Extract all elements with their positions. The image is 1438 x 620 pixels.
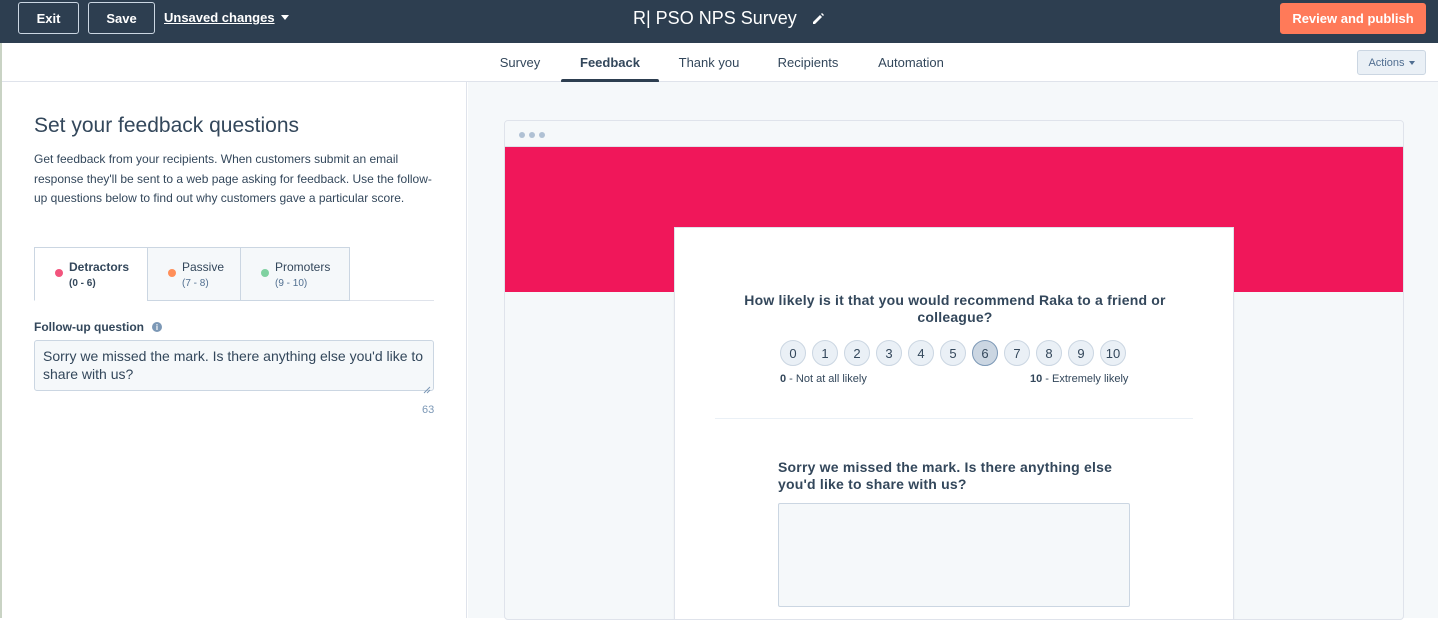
feedback-answer-textarea[interactable]: [778, 503, 1130, 607]
segment-range: (0 - 6): [69, 278, 96, 289]
score-button-5[interactable]: 5: [940, 340, 966, 366]
followup-label-text: Follow-up question: [34, 320, 144, 334]
score-button-0[interactable]: 0: [780, 340, 806, 366]
followup-question-preview: Sorry we missed the mark. Is there anyth…: [778, 459, 1113, 492]
survey-card: How likely is it that you would recommen…: [674, 227, 1234, 619]
panel-description: Get feedback from your recipients. When …: [34, 152, 432, 205]
followup-question-label: Follow-up question i: [34, 320, 162, 334]
review-and-publish-button[interactable]: Review and publish: [1280, 3, 1426, 34]
actions-label: Actions: [1368, 56, 1405, 69]
scale-high-number: 10: [1030, 373, 1043, 385]
survey-title: R| PSO NPS Survey: [633, 8, 797, 28]
tab-feedback[interactable]: Feedback: [561, 43, 659, 82]
pencil-icon[interactable]: [811, 12, 825, 26]
caret-down-icon: [1408, 60, 1415, 65]
segment-tab-promoters[interactable]: Promoters (9 - 10): [240, 247, 350, 301]
nps-question: How likely is it that you would recommen…: [744, 292, 1166, 325]
followup-question-value: Sorry we missed the mark. Is there anyth…: [43, 348, 424, 382]
browser-preview-frame: How likely is it that you would recommen…: [504, 120, 1404, 620]
score-button-9[interactable]: 9: [1068, 340, 1094, 366]
segment-tab-passive[interactable]: Passive (7 - 8): [147, 247, 241, 301]
segment-range: (9 - 10): [275, 278, 308, 289]
segment-tab-detractors[interactable]: Detractors (0 - 6): [34, 247, 148, 301]
nps-scale: 0 1 2 3 4 5 6 7 8 9 10: [780, 340, 1126, 366]
tab-survey[interactable]: Survey: [485, 43, 555, 82]
segment-name: Promoters: [275, 260, 331, 274]
score-button-6[interactable]: 6: [972, 340, 998, 366]
actions-dropdown-button[interactable]: Actions: [1357, 50, 1426, 75]
exit-button[interactable]: Exit: [18, 2, 79, 34]
segment-range: (7 - 8): [182, 278, 209, 289]
unsaved-changes-dropdown[interactable]: Unsaved changes: [164, 10, 289, 25]
feedback-settings-panel: Set your feedback questions Get feedback…: [2, 82, 467, 618]
scale-low-text: - Not at all likely: [786, 373, 867, 385]
score-button-2[interactable]: 2: [844, 340, 870, 366]
window-dot-icon: [519, 132, 525, 138]
resize-handle-icon[interactable]: [423, 380, 431, 394]
page-title: Set your feedback questions: [34, 114, 300, 137]
segment-tabs: Detractors (0 - 6) Passive (7 - 8) Promo…: [34, 247, 434, 301]
score-button-1[interactable]: 1: [812, 340, 838, 366]
score-button-4[interactable]: 4: [908, 340, 934, 366]
score-button-7[interactable]: 7: [1004, 340, 1030, 366]
window-dot-icon: [529, 132, 535, 138]
score-button-3[interactable]: 3: [876, 340, 902, 366]
tab-automation[interactable]: Automation: [866, 43, 956, 82]
top-bar: Exit Save Unsaved changes R| PSO NPS Sur…: [0, 0, 1438, 43]
character-count: 63: [422, 404, 435, 416]
followup-question-input[interactable]: Sorry we missed the mark. Is there anyth…: [34, 340, 434, 394]
tab-recipients[interactable]: Recipients: [767, 43, 849, 82]
score-button-8[interactable]: 8: [1036, 340, 1062, 366]
detractors-dot-icon: [55, 269, 63, 277]
caret-down-icon: [280, 15, 289, 20]
survey-title-area: R| PSO NPS Survey: [633, 8, 825, 29]
editor-tabs: Survey Feedback Thank you Recipients Aut…: [0, 43, 1438, 83]
unsaved-changes-label: Unsaved changes: [164, 10, 275, 25]
tab-thank-you[interactable]: Thank you: [670, 43, 748, 82]
info-icon[interactable]: i: [151, 322, 162, 332]
score-button-10[interactable]: 10: [1100, 340, 1126, 366]
survey-preview-panel: How likely is it that you would recommen…: [468, 82, 1438, 620]
segment-name: Detractors: [69, 260, 130, 274]
segment-name: Passive: [182, 260, 225, 274]
scale-high-label: 10 - Extremely likely: [1030, 373, 1128, 385]
browser-bar: [505, 121, 1403, 147]
passive-dot-icon: [168, 269, 176, 277]
window-dot-icon: [539, 132, 545, 138]
save-button[interactable]: Save: [88, 2, 155, 34]
divider: [715, 418, 1193, 419]
scale-low-label: 0 - Not at all likely: [780, 373, 867, 385]
promoters-dot-icon: [261, 269, 269, 277]
scale-high-text: - Extremely likely: [1042, 373, 1129, 385]
